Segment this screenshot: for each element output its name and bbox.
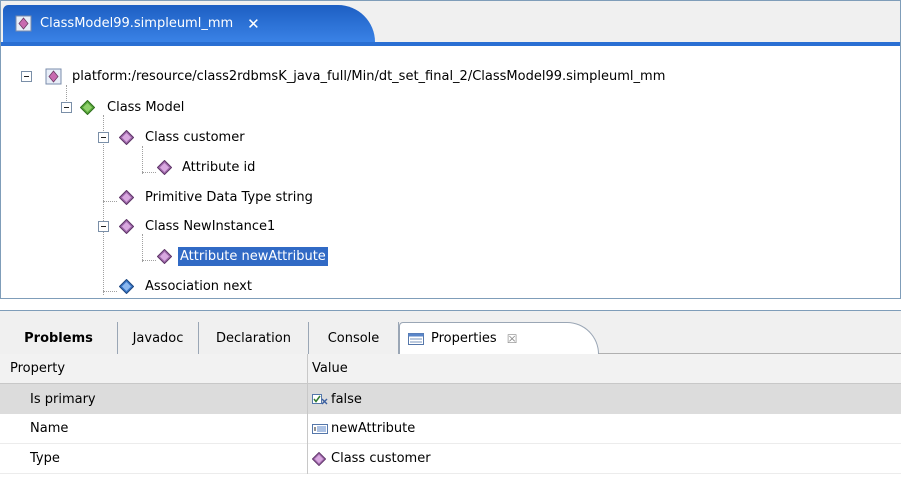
tab-label: Declaration bbox=[216, 330, 291, 346]
collapse-icon[interactable] bbox=[98, 132, 109, 143]
property-name: Name bbox=[30, 421, 69, 436]
table-row[interactable]: Type Class customer bbox=[0, 444, 901, 474]
editor-tab-bar: ClassModel99.simpleuml_mm ✕ bbox=[1, 1, 900, 42]
tree-item-label: Class NewInstance1 bbox=[145, 219, 276, 234]
properties-icon bbox=[408, 332, 424, 345]
editor-tab-title: ClassModel99.simpleuml_mm bbox=[40, 16, 234, 31]
tree-item-label: Class customer bbox=[145, 130, 245, 145]
property-value-text: newAttribute bbox=[331, 421, 416, 436]
tab-console[interactable]: Console bbox=[309, 322, 399, 354]
property-value[interactable]: Class customer bbox=[312, 451, 431, 466]
editor-tab[interactable]: ClassModel99.simpleuml_mm ✕ bbox=[3, 5, 375, 42]
column-header-value[interactable]: Value bbox=[312, 361, 348, 376]
property-name: Is primary bbox=[30, 391, 96, 407]
table-row[interactable]: Name newAttribute bbox=[0, 414, 901, 444]
purple-diamond-icon bbox=[119, 219, 134, 234]
tab-label: Properties bbox=[431, 331, 497, 346]
tab-label: Problems bbox=[24, 330, 93, 346]
properties-header-row: Property Value bbox=[0, 354, 901, 384]
model-file-icon bbox=[15, 15, 32, 32]
views-panel: Problems Javadoc Declaration Console Pro… bbox=[0, 310, 901, 479]
close-icon[interactable]: ☒ bbox=[507, 332, 518, 346]
purple-diamond-icon bbox=[157, 249, 172, 264]
editor-area: ClassModel99.simpleuml_mm ✕ platform:/re… bbox=[0, 0, 901, 299]
tab-javadoc[interactable]: Javadoc bbox=[118, 322, 199, 354]
tab-problems[interactable]: Problems bbox=[0, 322, 118, 354]
collapse-icon[interactable] bbox=[98, 221, 109, 232]
purple-diamond-icon bbox=[157, 160, 172, 175]
purple-diamond-icon bbox=[312, 451, 326, 466]
tree-item-label-selected: Attribute newAttribute bbox=[178, 247, 328, 266]
purple-diamond-icon bbox=[119, 130, 134, 145]
property-value[interactable]: false bbox=[312, 392, 362, 407]
tree-item-label: Attribute id bbox=[182, 160, 256, 175]
tree-item-label: platform:/resource/class2rdbmsK_java_ful… bbox=[72, 69, 666, 84]
blue-diamond-icon bbox=[119, 279, 134, 294]
views-tab-bar: Problems Javadoc Declaration Console Pro… bbox=[0, 311, 901, 354]
tab-declaration[interactable]: Declaration bbox=[199, 322, 309, 354]
property-value-text: Class customer bbox=[331, 451, 431, 466]
collapse-icon[interactable] bbox=[21, 71, 32, 82]
column-header-property[interactable]: Property bbox=[10, 361, 65, 376]
green-diamond-icon bbox=[80, 100, 95, 115]
property-value[interactable]: newAttribute bbox=[312, 421, 415, 436]
tree-item-label: Primitive Data Type string bbox=[145, 190, 313, 205]
tab-label: Javadoc bbox=[132, 330, 184, 346]
model-file-icon bbox=[45, 68, 62, 85]
boolean-icon bbox=[312, 394, 328, 405]
tab-label: Console bbox=[327, 330, 380, 346]
property-name: Type bbox=[30, 451, 60, 466]
table-row[interactable]: Is primary false bbox=[0, 384, 901, 414]
text-field-icon bbox=[312, 423, 328, 434]
tree-item-label: Association next bbox=[145, 279, 252, 294]
collapse-icon[interactable] bbox=[61, 102, 72, 113]
tab-properties[interactable]: Properties ☒ bbox=[399, 322, 599, 354]
property-value-text: false bbox=[331, 391, 362, 407]
tree-item-label: Class Model bbox=[107, 100, 185, 115]
editor-body: platform:/resource/class2rdbmsK_java_ful… bbox=[1, 42, 900, 298]
purple-diamond-icon bbox=[119, 190, 134, 205]
model-tree: platform:/resource/class2rdbmsK_java_ful… bbox=[1, 46, 900, 298]
close-icon[interactable]: ✕ bbox=[247, 15, 260, 33]
